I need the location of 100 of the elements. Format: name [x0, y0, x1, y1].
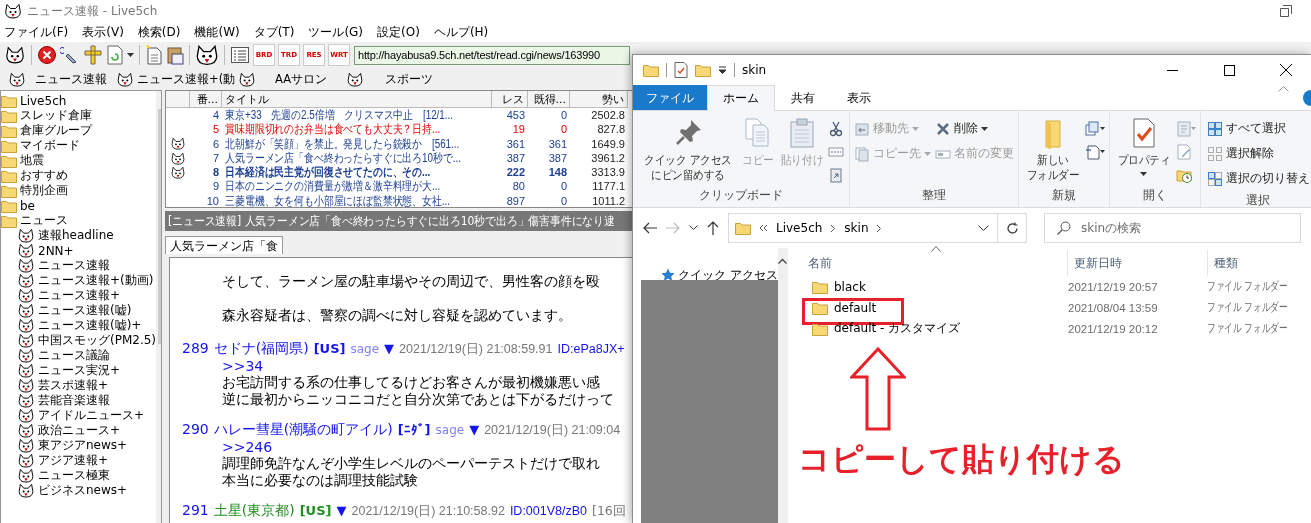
ribbon-tab[interactable]: 共有 — [775, 85, 831, 110]
board-tab[interactable]: ニュース速報+(動 — [116, 71, 239, 87]
tree-board[interactable]: 東アジアnews+ — [38, 437, 128, 454]
tree-board[interactable]: ニュース速報+(動画) — [38, 272, 154, 289]
nav-item[interactable]: クイック アクセス — [678, 266, 778, 284]
breadcrumb-item[interactable]: Live5ch — [776, 221, 823, 235]
restore-icon[interactable] — [1280, 5, 1292, 17]
column-header[interactable]: レス — [492, 91, 528, 108]
column-header[interactable]: 更新日時 — [1067, 250, 1207, 276]
cat-face-icon[interactable] — [4, 46, 26, 64]
tree-board[interactable]: ニュース極東 — [38, 467, 110, 484]
scissors-icon[interactable] — [827, 121, 844, 137]
tree-board[interactable]: アジア速報+ — [38, 452, 109, 469]
ribbon-button[interactable]: 削除 — [934, 117, 1015, 140]
tree-board[interactable]: ニュース速報 — [38, 257, 110, 274]
chevron-up-icon[interactable] — [778, 258, 788, 264]
thread-title[interactable]: 東京+33 先週の2.5倍増 クリスマス中止 [12/1... — [222, 108, 456, 123]
tree-board[interactable]: 政治ニュース+ — [38, 422, 121, 439]
tree-board[interactable]: 芸スポ速報+ — [38, 377, 109, 394]
thread-title[interactable]: 賞味期限切れのお弁当は食べても大丈夫？日持... — [222, 122, 443, 137]
tree-board[interactable]: アイドルニュース+ — [38, 407, 145, 424]
tree-folder[interactable]: ニュース — [20, 212, 68, 229]
menu-item[interactable]: タブ(T) — [253, 23, 295, 41]
ribbon-button[interactable]: すべて選択 — [1205, 117, 1311, 140]
tree-board[interactable]: ニュース速報(嘘) — [38, 302, 132, 319]
post-menu-arrow[interactable]: ▼ — [384, 341, 395, 358]
tree-board[interactable]: 芸能音楽速報 — [38, 392, 110, 409]
post-menu-arrow[interactable]: ▼ — [469, 422, 480, 439]
up-icon[interactable] — [707, 221, 719, 235]
column-header[interactable]: タイトル — [222, 91, 492, 108]
tree-folder[interactable]: スレッド倉庫 — [20, 107, 92, 124]
column-header[interactable]: 名前 — [804, 254, 1067, 272]
tree-board[interactable]: 中国スモッグ(PM2.5) — [38, 332, 157, 349]
menu-item[interactable]: ヘルプ(H) — [433, 23, 489, 41]
tree-board[interactable]: ビジネスnews+ — [38, 482, 128, 499]
reply-link[interactable]: >>34 — [222, 357, 264, 374]
document-icon[interactable] — [145, 45, 163, 65]
tree-folder[interactable]: Live5ch — [20, 93, 67, 108]
caret-icon[interactable] — [718, 66, 727, 74]
tree-folder[interactable]: be — [20, 198, 35, 213]
reply-link[interactable]: >>246 — [222, 438, 273, 455]
thread-title[interactable]: 北朝鮮が「笑顔」を禁止。発見したら銃殺か [561... — [222, 136, 462, 151]
cat-face-icon[interactable] — [195, 44, 219, 66]
tree-board[interactable]: ニュース議論 — [38, 347, 110, 364]
menu-item[interactable]: ツール(G) — [308, 23, 364, 41]
chevron-down-icon[interactable] — [978, 224, 989, 232]
ribbon-tab[interactable]: ホーム — [707, 85, 775, 111]
refresh-icon[interactable] — [1005, 221, 1019, 235]
board-tab[interactable]: AAサロン — [238, 71, 347, 87]
close-icon[interactable] — [1280, 64, 1292, 76]
thread-title[interactable]: 三菱電機、女を何も小部屋にほぼ監禁状態、女社... — [222, 193, 453, 207]
stop-icon[interactable] — [37, 45, 57, 65]
column-header[interactable]: 種類 — [1207, 250, 1238, 276]
column-header[interactable]: 勢い — [570, 91, 628, 108]
menu-item[interactable]: ファイル(F) — [4, 23, 69, 41]
document-icon[interactable] — [1084, 144, 1106, 160]
history-icon[interactable] — [1175, 167, 1192, 183]
column-header[interactable]: 番... — [190, 91, 222, 108]
post-menu-arrow[interactable]: ▼ — [336, 503, 347, 520]
address-bar[interactable]: Live5ch skin — [728, 213, 998, 243]
chevron-down-icon[interactable] — [689, 225, 698, 231]
board-tab[interactable]: ニュース速報 — [8, 71, 116, 87]
checkmark-document-icon[interactable] — [674, 62, 688, 78]
tree-board[interactable]: ニュース実況+ — [38, 362, 121, 379]
tree-board[interactable]: ニュース速報(嘘)+ — [38, 317, 142, 334]
post-number[interactable]: 291 — [182, 502, 209, 519]
tree-board[interactable]: 2NN+ — [38, 243, 74, 258]
tree-board[interactable]: ニュース速報+ — [38, 287, 121, 304]
ribbon-tab[interactable]: ファイル — [633, 85, 707, 110]
ribbon-tab[interactable]: 表示 — [831, 85, 887, 110]
poster-id[interactable]: ID:ePa8JX+ — [557, 341, 625, 358]
folder-name[interactable]: default — [834, 300, 877, 315]
menu-item[interactable]: 検索(D) — [137, 23, 181, 41]
ribbon-button[interactable]: 新しい フォルダー — [1022, 115, 1083, 185]
tree-folder[interactable]: 倉庫グループ — [20, 122, 92, 139]
ribbon-button[interactable]: 選択の切り替え — [1205, 167, 1311, 190]
tree-folder[interactable]: マイボード — [20, 137, 80, 154]
tree-folder[interactable]: おすすめ — [20, 167, 68, 184]
tree-board[interactable]: 速報headline — [38, 227, 114, 244]
scrollbar[interactable] — [777, 248, 788, 523]
list-icon[interactable] — [230, 45, 250, 65]
thread-tab[interactable]: 人気ラーメン店「食 — [165, 236, 283, 254]
column-header[interactable]: 既得... — [528, 91, 570, 108]
menu-item[interactable]: 表示(V) — [82, 23, 124, 41]
folder-name[interactable]: black — [834, 279, 866, 294]
clipboard-icon[interactable] — [827, 167, 844, 183]
board-tab[interactable]: スポーツ — [346, 71, 455, 87]
breadcrumb-item[interactable]: skin — [844, 221, 869, 235]
tree-folder[interactable]: 特別企画 — [20, 182, 68, 199]
post-number[interactable]: 289 — [182, 340, 209, 357]
thread-title[interactable]: 日本のニンニクの消費量が激増＆激辛料理が大... — [222, 179, 443, 194]
new-item-icon[interactable] — [1084, 121, 1106, 137]
ribbon-button[interactable]: プロパティ — [1113, 115, 1174, 185]
post-number[interactable]: 290 — [182, 421, 209, 438]
thread-title[interactable]: 人気ラーメン店「食べ終わったらすぐに出ろ10秒で... — [222, 150, 464, 166]
clipboard-icon[interactable] — [166, 45, 184, 65]
menu-item[interactable]: 設定(O) — [377, 23, 420, 41]
maximize-icon[interactable] — [1223, 64, 1235, 76]
url-field[interactable]: http://hayabusa9.5ch.net/test/read.cgi/news/163990 — [354, 45, 630, 65]
folder-name[interactable]: default - カスタマイズ — [834, 320, 961, 337]
